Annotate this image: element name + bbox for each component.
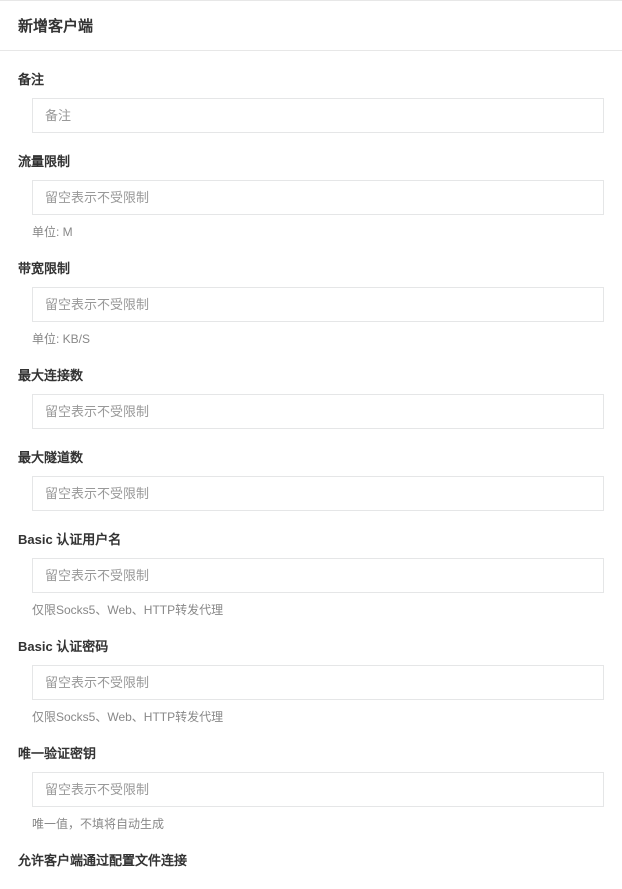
max-conn-group: 最大连接数 bbox=[18, 365, 604, 429]
allow-config-label: 允许客户端通过配置文件连接 bbox=[18, 850, 604, 869]
bandwidth-limit-label: 带宽限制 bbox=[18, 258, 604, 277]
max-conn-input[interactable] bbox=[32, 394, 604, 429]
verify-key-help: 唯一值，不填将自动生成 bbox=[32, 815, 604, 832]
max-tunnel-label: 最大隧道数 bbox=[18, 447, 604, 466]
verify-key-label: 唯一验证密钥 bbox=[18, 743, 604, 762]
flow-limit-label: 流量限制 bbox=[18, 151, 604, 170]
basic-pass-label: Basic 认证密码 bbox=[18, 636, 604, 655]
max-tunnel-input[interactable] bbox=[32, 476, 604, 511]
bandwidth-limit-group: 带宽限制 单位: KB/S bbox=[18, 258, 604, 347]
flow-limit-input[interactable] bbox=[32, 180, 604, 215]
basic-user-help: 仅限Socks5、Web、HTTP转发代理 bbox=[32, 601, 604, 618]
panel-title: 新增客户端 bbox=[0, 1, 622, 51]
flow-limit-help: 单位: M bbox=[32, 223, 604, 240]
remark-label: 备注 bbox=[18, 69, 604, 88]
basic-user-group: Basic 认证用户名 仅限Socks5、Web、HTTP转发代理 bbox=[18, 529, 604, 618]
remark-input[interactable] bbox=[32, 98, 604, 133]
flow-limit-group: 流量限制 单位: M bbox=[18, 151, 604, 240]
basic-pass-group: Basic 认证密码 仅限Socks5、Web、HTTP转发代理 bbox=[18, 636, 604, 725]
allow-config-group: 允许客户端通过配置文件连接 bbox=[18, 850, 604, 869]
basic-user-input[interactable] bbox=[32, 558, 604, 593]
max-conn-label: 最大连接数 bbox=[18, 365, 604, 384]
bandwidth-limit-help: 单位: KB/S bbox=[32, 330, 604, 347]
basic-user-label: Basic 认证用户名 bbox=[18, 529, 604, 548]
remark-group: 备注 bbox=[18, 69, 604, 133]
add-client-panel: 新增客户端 备注 流量限制 单位: M 带宽限制 单位: KB/S 最大连接数 … bbox=[0, 0, 622, 889]
verify-key-group: 唯一验证密钥 唯一值，不填将自动生成 bbox=[18, 743, 604, 832]
verify-key-input[interactable] bbox=[32, 772, 604, 807]
basic-pass-input[interactable] bbox=[32, 665, 604, 700]
panel-body: 备注 流量限制 单位: M 带宽限制 单位: KB/S 最大连接数 最大隧道数 … bbox=[0, 69, 622, 889]
bandwidth-limit-input[interactable] bbox=[32, 287, 604, 322]
max-tunnel-group: 最大隧道数 bbox=[18, 447, 604, 511]
basic-pass-help: 仅限Socks5、Web、HTTP转发代理 bbox=[32, 708, 604, 725]
